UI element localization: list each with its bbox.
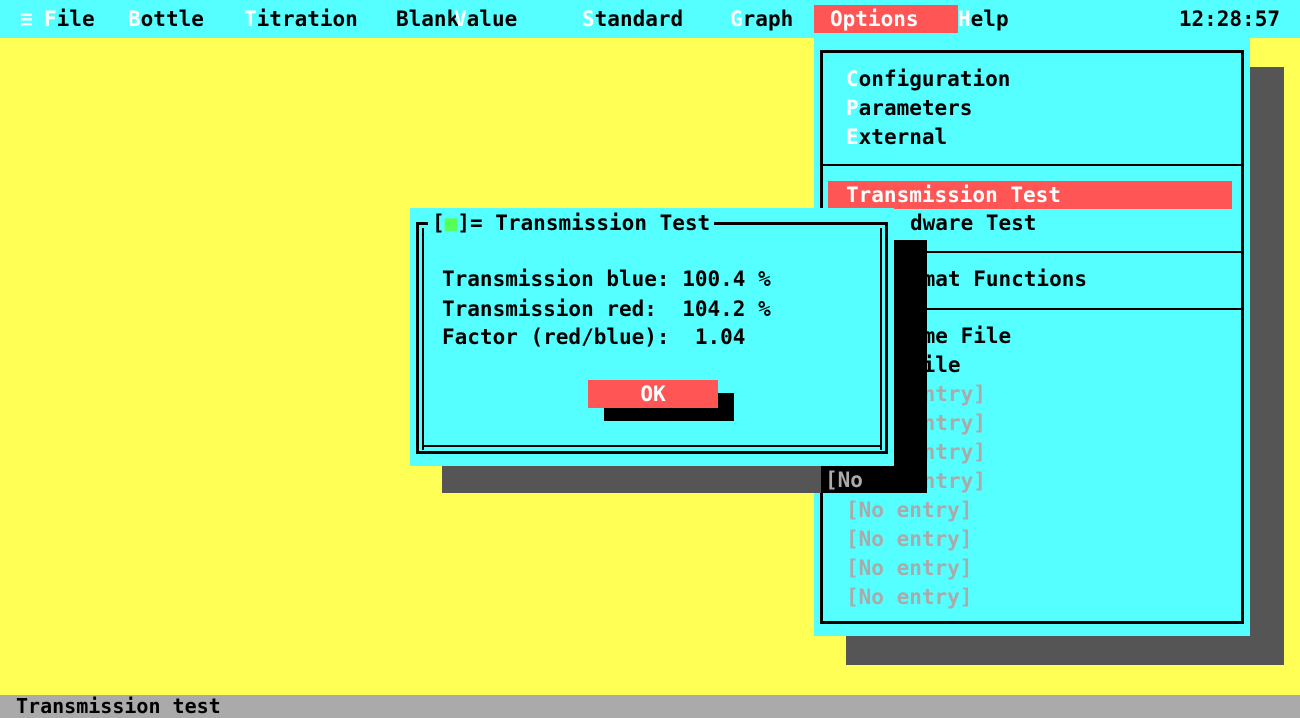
menu-graph[interactable]: Graph bbox=[730, 5, 793, 33]
status-bar: Transmission test bbox=[0, 695, 1300, 718]
factor-value: Factor (red/blue): 1.04 bbox=[442, 325, 746, 349]
menu-item-parameters[interactable]: Parameters bbox=[846, 94, 972, 122]
menu-blank[interactable]: Blank bbox=[396, 5, 459, 33]
menu-border-top bbox=[820, 50, 1244, 53]
menu-bar: ≡ File Bottle Titration Blank Value Stan… bbox=[0, 0, 1300, 38]
menu-item-hardware-test[interactable]: dware Test bbox=[910, 209, 1036, 237]
ok-button[interactable]: OK bbox=[588, 380, 718, 408]
dialog-border-bottom-inner bbox=[422, 445, 882, 447]
menu-item-no-entry: [No bbox=[825, 468, 863, 492]
menu-item-no-entry: [No entry] bbox=[846, 527, 973, 551]
menu-value[interactable]: Value bbox=[454, 5, 517, 33]
menu-border-bottom bbox=[820, 621, 1244, 624]
menu-item-external[interactable]: External bbox=[846, 123, 947, 151]
menu-item-no-entry: [No entry] bbox=[846, 556, 973, 580]
transmission-test-dialog: [■]= Transmission Test Transmission blue… bbox=[410, 208, 894, 466]
dialog-title: [■]= Transmission Test bbox=[428, 210, 715, 236]
menu-item-configuration[interactable]: Configuration bbox=[846, 65, 1010, 93]
transmission-red-value: Transmission red: 104.2 % bbox=[442, 297, 771, 321]
menu-file[interactable]: File bbox=[44, 5, 95, 33]
clock: 12:28:57 bbox=[1178, 7, 1280, 31]
menu-titration[interactable]: Titration bbox=[244, 5, 358, 33]
dialog-border-right-inner bbox=[880, 228, 882, 450]
menu-options[interactable]: Options bbox=[814, 5, 958, 33]
menu-item-no-entry: [No entry] bbox=[846, 498, 973, 522]
status-text: Transmission test bbox=[16, 694, 221, 718]
dialog-border-right bbox=[885, 222, 888, 454]
menu-item-format-functions[interactable]: imat Functions bbox=[910, 265, 1087, 293]
close-icon[interactable]: ■ bbox=[445, 211, 458, 235]
dialog-border-left bbox=[416, 222, 419, 454]
menu-item-no-entry: [No entry] bbox=[846, 585, 973, 609]
menu-help[interactable]: Help bbox=[958, 5, 1009, 33]
menu-border-right bbox=[1241, 50, 1244, 624]
dialog-border-left-inner bbox=[422, 228, 424, 450]
transmission-blue-value: Transmission blue: 100.4 % bbox=[442, 267, 771, 291]
menu-separator bbox=[820, 164, 1244, 166]
menu-standard[interactable]: Standard bbox=[582, 5, 683, 33]
system-menu-icon[interactable]: ≡ bbox=[20, 5, 33, 33]
menu-bottle[interactable]: Bottle bbox=[128, 5, 204, 33]
dialog-border-bottom bbox=[416, 451, 888, 454]
menu-item-transmission-test[interactable]: Transmission Test bbox=[828, 181, 1232, 209]
